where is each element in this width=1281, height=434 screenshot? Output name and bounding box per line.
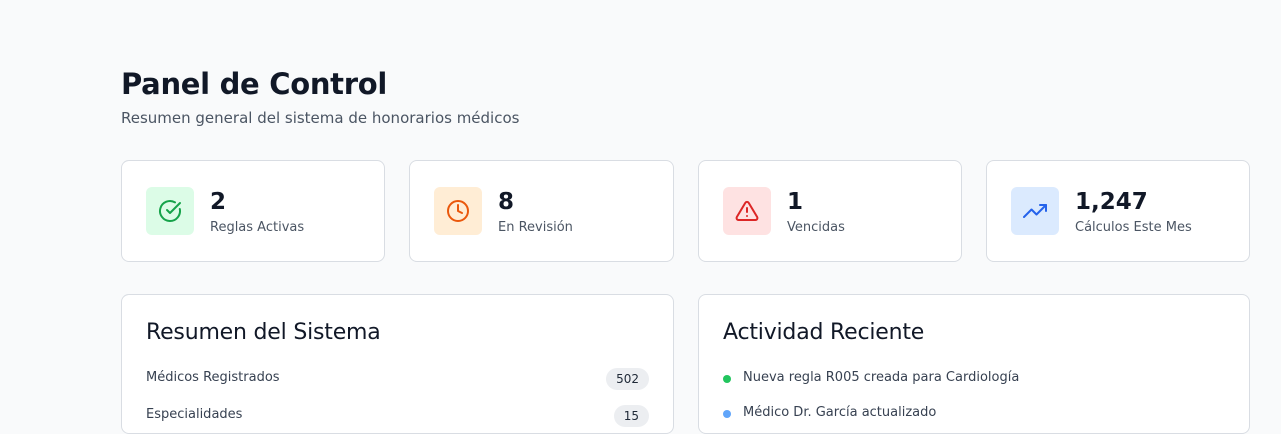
summary-row: Médicos Registrados 502 [146,368,649,390]
summary-label: Especialidades [146,407,243,422]
status-dot [723,375,731,383]
stat-label: En Revisión [498,220,573,235]
page-subtitle: Resumen general del sistema de honorario… [121,109,520,127]
alert-triangle-icon [723,187,771,235]
summary-label: Médicos Registrados [146,370,280,385]
stat-label: Reglas Activas [210,220,305,235]
stat-value: 1,247 [1075,189,1148,215]
check-circle-icon [146,187,194,235]
clock-icon [434,187,482,235]
count-badge: 502 [606,368,649,390]
page-header: Panel de Control Resumen general del sis… [121,66,519,128]
stat-label: Cálculos Este Mes [1075,220,1192,235]
stat-card-reglas-activas: 2 Reglas Activas [121,160,385,262]
status-dot [723,410,731,418]
page-title: Panel de Control [121,67,387,101]
stat-card-calculos: 1,247 Cálculos Este Mes [986,160,1250,262]
stat-card-en-revision: 8 En Revisión [409,160,674,262]
summary-row: Especialidades 15 [146,405,649,427]
activity-text: Nueva regla R005 creada para Cardiología [743,370,1020,385]
stat-value: 1 [787,189,804,215]
activity-title: Actividad Reciente [723,320,925,345]
count-badge: 15 [613,405,649,427]
stat-value: 8 [498,189,515,215]
activity-text: Médico Dr. García actualizado [743,405,937,420]
stat-label: Vencidas [787,220,845,235]
activity-panel: Actividad Reciente Nueva regla R005 crea… [698,294,1250,434]
summary-title: Resumen del Sistema [146,320,381,345]
trending-up-icon [1011,187,1059,235]
summary-panel: Resumen del Sistema Médicos Registrados … [121,294,674,434]
stat-card-vencidas: 1 Vencidas [698,160,962,262]
stat-value: 2 [210,189,227,215]
